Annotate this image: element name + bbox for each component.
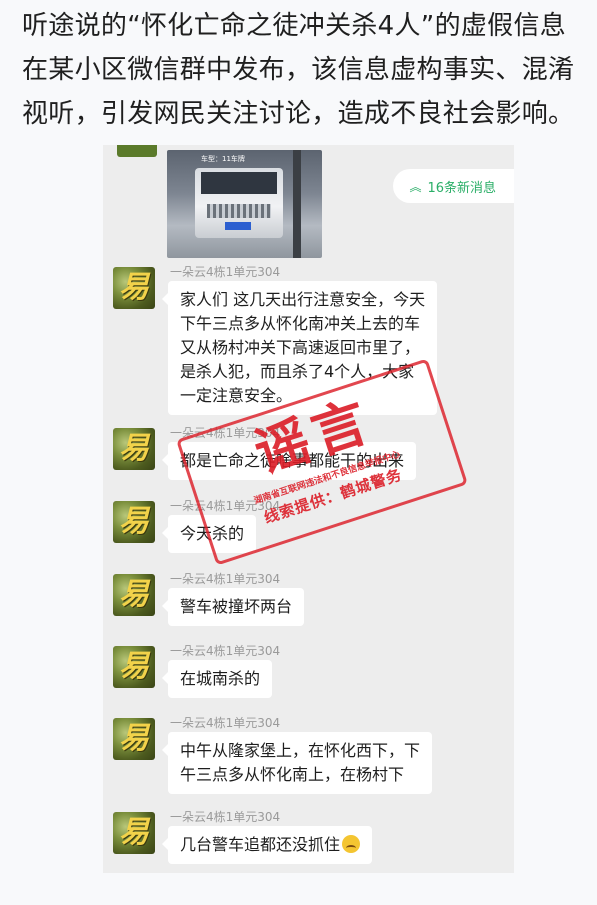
article-line: 视听，引发网民关注讨论，造成不良社会影响。 [22,99,575,129]
avatar[interactable]: 易 [113,718,155,760]
avatar-glyph-icon: 易 [119,649,149,684]
photo-pole [293,150,301,258]
message-line: 午三点多从怀化南上，在杨村下 [180,765,405,784]
double-chevron-up-icon: ︽ [409,179,422,194]
avatar[interactable] [117,145,157,157]
message-line: 一定注意安全。 [180,386,293,405]
message-line: 今天杀的 [180,524,245,543]
sender-name: 一朵云4栋1单元304 [170,499,281,513]
page: 听途说的“怀化亡命之徒冲关杀4人”的虚假信息 在某小区微信群中发布，该信息虚构事… [0,0,597,905]
message-bubble[interactable]: 警车被撞坏两台 [161,588,305,626]
new-messages-pill[interactable]: ︽ 16条新消息 [393,169,514,203]
message-line: 警车被撞坏两台 [180,597,293,616]
message-line: 几台警车追都还没抓住 [180,835,341,854]
message-line: 中午从隆家堡上，在怀化西下，下 [180,741,421,760]
message-bubble[interactable]: 家人们 这几天出行注意安全，今天 下午三点多从怀化南冲关上去的车 又从杨村冲关下… [161,281,438,415]
photo-overlay-text: 车型：11车牌 [201,155,245,163]
sender-name: 一朵云4栋1单元304 [170,426,281,440]
new-messages-label: 16条新消息 [427,180,496,196]
wechat-chat-screenshot: 车型：11车牌 ︽ 16条新消息 易 一朵云4栋1单元304 家人们 这几天出行… [103,145,514,873]
avatar[interactable]: 易 [113,267,155,309]
sender-name: 一朵云4栋1单元304 [170,644,281,658]
message-line: 是杀人犯，而且杀了4个人，大家 [180,362,415,381]
avatar[interactable]: 易 [113,812,155,854]
message-line: 都是亡命之徒啥事都能干的出来 [180,451,405,470]
message-bubble[interactable]: 都是亡命之徒啥事都能干的出来 [161,442,417,480]
message-line: 在城南杀的 [180,669,261,688]
truck-photo-message[interactable]: 车型：11车牌 [167,150,322,258]
avatar[interactable]: 易 [113,428,155,470]
avatar-glyph-icon: 易 [119,504,149,539]
avatar[interactable]: 易 [113,501,155,543]
article-paragraph: 听途说的“怀化亡命之徒冲关杀4人”的虚假信息 在某小区微信群中发布，该信息虚构事… [22,4,582,136]
sender-name: 一朵云4栋1单元304 [170,810,281,824]
avatar-glyph-icon: 易 [119,815,149,850]
message-bubble[interactable]: 在城南杀的 [161,660,273,698]
message-bubble[interactable]: 几台警车追都还没抓住 [161,826,373,864]
article-line: 听途说的“怀化亡命之徒冲关杀4人”的虚假信息 [22,11,567,41]
truck-grille [207,204,271,218]
laughing-emoji-icon [342,835,361,853]
message-bubble[interactable]: 中午从隆家堡上，在怀化西下，下 午三点多从怀化南上，在杨村下 [161,732,433,794]
message-bubble[interactable]: 今天杀的 [161,515,257,553]
avatar-glyph-icon: 易 [119,721,149,756]
avatar-glyph-icon: 易 [119,577,149,612]
avatar[interactable]: 易 [113,646,155,688]
avatar-glyph-icon: 易 [119,431,149,466]
article-line: 在某小区微信群中发布，该信息虚构事实、混淆 [22,55,575,85]
message-line: 又从杨村冲关下高速返回市里了， [180,338,421,357]
sender-name: 一朵云4栋1单元304 [170,716,281,730]
sender-name: 一朵云4栋1单元304 [170,265,281,279]
avatar-glyph-icon: 易 [119,270,149,305]
sender-name: 一朵云4栋1单元304 [170,572,281,586]
message-line: 家人们 这几天出行注意安全，今天 [180,290,426,309]
message-line: 下午三点多从怀化南冲关上去的车 [180,314,421,333]
license-plate [225,222,251,230]
truck-windshield [201,172,277,194]
avatar[interactable]: 易 [113,574,155,616]
